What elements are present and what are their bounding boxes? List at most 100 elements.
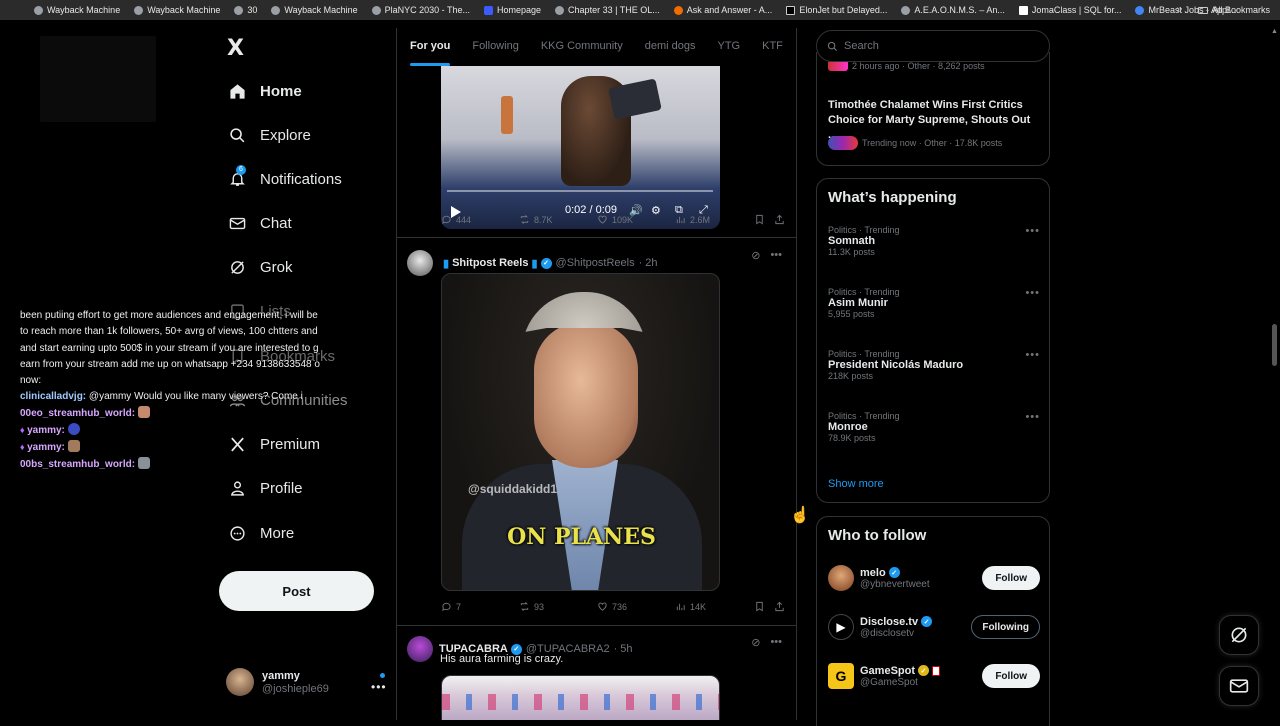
grok-icon[interactable]: ⊘ (751, 249, 760, 262)
follow-suggestion[interactable]: ▶ Disclose.tv ✓ @disclosetv Following (828, 610, 1040, 644)
messages-fab[interactable] (1219, 666, 1259, 706)
who-to-follow-card: Who to follow melo ✓ @ybnevertweet Follow… (816, 516, 1050, 726)
sidebar-item-more[interactable]: More (228, 524, 294, 542)
share-button[interactable] (774, 601, 785, 612)
post-video-thumbnail[interactable]: @squiddakidd1 ON PLANES (441, 273, 720, 591)
bookmark[interactable]: Wayback Machine (134, 5, 220, 15)
chat-username: 00bs_streamhub_world: (20, 458, 136, 470)
search-bar[interactable] (816, 30, 1050, 62)
bookmark[interactable]: JomaClass | SQL for... (1018, 5, 1121, 15)
bookmark[interactable]: A.E.A.O.N.M.S. – An... (901, 5, 1005, 15)
account-handle: @GameSpot (860, 676, 918, 688)
avatar[interactable] (407, 636, 433, 662)
tab-ytg[interactable]: YTG (718, 28, 741, 66)
chat-message: clinicalladvjg: @yammy Would you like ma… (20, 389, 340, 405)
bookmark[interactable]: 30 (234, 5, 257, 15)
scroll-thumb[interactable] (1272, 324, 1277, 366)
more-dots-icon[interactable]: ••• (1025, 349, 1040, 361)
tab-demi-dogs[interactable]: demi dogs (645, 28, 696, 66)
more-dots-icon[interactable]: ••• (770, 249, 782, 262)
post-text: His aura farming is crazy. (440, 653, 564, 665)
whats-happening-card: What’s happening Politics · Trending Som… (816, 178, 1050, 503)
post-image[interactable] (441, 675, 720, 720)
sidebar-item-explore[interactable]: Explore (228, 126, 311, 144)
affiliate-badge-icon (932, 665, 941, 676)
follow-button[interactable]: Follow (982, 566, 1040, 590)
tab-kkg-community[interactable]: KKG Community (541, 28, 623, 66)
page-scrollbar[interactable]: ▲ (1271, 28, 1278, 720)
sidebar-item-notifications[interactable]: 6 Notifications (228, 165, 342, 188)
following-button[interactable]: Following (971, 615, 1040, 639)
bookmark[interactable]: Wayback Machine (271, 5, 358, 15)
more-dots-icon[interactable]: ••• (1025, 225, 1040, 237)
bookmarks-overflow-icon[interactable]: » (1176, 4, 1182, 15)
bookmark-button[interactable] (754, 214, 765, 225)
follow-button[interactable]: Follow (982, 664, 1040, 688)
account-handle: @disclosetv (860, 627, 915, 639)
account-name: yammy (262, 670, 300, 682)
image-face (534, 322, 638, 468)
grok-icon[interactable]: ⊘ (751, 636, 760, 649)
reply-button[interactable]: 7 (441, 601, 461, 612)
more-dots-icon[interactable]: ••• (1025, 287, 1040, 299)
video-player[interactable]: 0:02 / 0:09 🔊 ⚙ ⧉ ⤢ (441, 66, 720, 229)
verified-badge-icon: ✓ (888, 567, 900, 578)
trend-item[interactable]: Politics · Trending Somnath 11.3K posts … (828, 225, 1040, 257)
bookmark[interactable]: Ask and Answer - A... (673, 5, 772, 15)
tab-ktf[interactable]: KTF (762, 28, 783, 66)
sidebar-item-grok[interactable]: Grok (228, 258, 293, 276)
sidebar-item-chat[interactable]: Chat (228, 214, 292, 232)
trend-item[interactable]: Politics · Trending Monroe 78.9K posts •… (828, 411, 1040, 443)
tab-following[interactable]: Following (472, 28, 518, 66)
video-progress-bar[interactable] (447, 190, 713, 192)
emote-icon (67, 440, 80, 453)
scroll-up-icon[interactable]: ▲ (1271, 28, 1278, 35)
bookmark[interactable]: Wayback Machine (34, 5, 120, 15)
chat-username: yammy: (27, 442, 65, 454)
site-icon (484, 5, 494, 15)
bookmark[interactable]: Chapter 33 | THE OL... (555, 5, 660, 15)
reply-button[interactable]: 444 (441, 214, 471, 225)
like-button[interactable]: 736 (597, 601, 627, 612)
all-bookmarks[interactable]: All Bookmarks (1198, 0, 1270, 20)
bookmark[interactable]: PlaNYC 2030 - The... (371, 5, 470, 15)
account-switcher[interactable]: yammy @joshieple69 (226, 668, 329, 696)
avatar-stack (828, 136, 858, 150)
repost-button[interactable]: 93 (519, 601, 544, 612)
trend-item[interactable]: Politics · Trending Asim Munir 5,955 pos… (828, 287, 1040, 319)
grok-fab[interactable] (1219, 615, 1259, 655)
more-dots-icon[interactable]: ••• (1025, 411, 1040, 423)
post-author[interactable]: ▮ Shitpost Reels ▮ ✓ (443, 257, 552, 270)
share-button[interactable] (774, 214, 785, 225)
follow-suggestion[interactable]: melo ✓ @ybnevertweet Follow (828, 561, 1040, 595)
more-dots-icon[interactable]: ••• (770, 636, 782, 649)
show-more-link[interactable]: Show more (828, 478, 884, 490)
avatar[interactable] (407, 250, 433, 276)
search-input[interactable] (844, 40, 1024, 52)
post-handle[interactable]: @ShitpostReels (556, 257, 635, 269)
follow-suggestion[interactable]: G GameSpot ✓ @GameSpot Follow (828, 659, 1040, 693)
views-button[interactable]: 14K (675, 601, 706, 612)
verified-badge-icon: ✓ (540, 257, 552, 269)
verified-badge-icon: ✓ (921, 616, 933, 627)
bookmark[interactable]: ElonJet but Delayed... (786, 5, 887, 15)
chat-text: @yammy Would you like many viewers? Come… (86, 391, 303, 403)
mouse-cursor-icon: ☝ (790, 507, 810, 524)
post-button[interactable]: Post (219, 571, 374, 611)
sidebar-item-profile[interactable]: Profile (228, 479, 303, 497)
bookmark-icon (756, 214, 763, 225)
tab-for-you[interactable]: For you (410, 28, 451, 66)
share-icon (775, 214, 784, 225)
like-button[interactable]: 109K (597, 214, 633, 225)
sidebar-item-home[interactable]: Home (228, 82, 302, 100)
views-button[interactable]: 2.6M (675, 214, 710, 225)
account-name: Disclose.tv (860, 615, 919, 628)
chat-username: yammy: (27, 425, 65, 437)
x-logo[interactable]: X (227, 36, 244, 61)
bookmark[interactable]: Homepage (484, 5, 541, 15)
more-dots-icon[interactable]: ••• (371, 680, 387, 694)
trend-item[interactable]: Politics · Trending President Nicolás Ma… (828, 349, 1040, 381)
bookmark-button[interactable] (754, 601, 765, 612)
repost-button[interactable]: 8.7K (519, 214, 553, 225)
more-circle-icon (228, 524, 246, 542)
